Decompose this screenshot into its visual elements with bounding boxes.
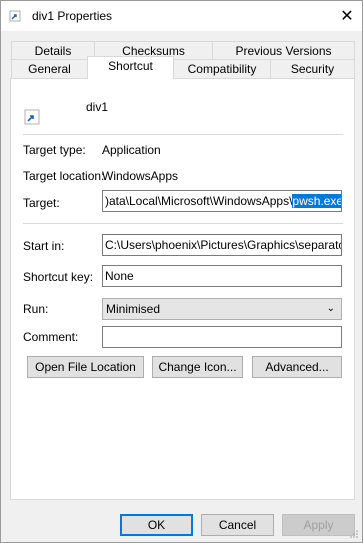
run-select[interactable]: Minimised ⌄ — [102, 298, 342, 320]
title-bar[interactable]: div1 Properties ✕ — [1, 1, 362, 31]
target-type-label: Target type: — [23, 143, 86, 157]
shortcut-key-label: Shortcut key: — [23, 270, 94, 284]
divider — [23, 223, 343, 224]
shortcut-file-icon — [24, 109, 40, 125]
apply-button[interactable]: Apply — [282, 514, 355, 536]
shortcut-name: div1 — [86, 100, 109, 114]
run-label: Run: — [23, 302, 49, 316]
tab-compatibility[interactable]: Compatibility — [173, 59, 271, 78]
tab-security[interactable]: Security — [270, 59, 355, 78]
shortcut-key-input[interactable]: None — [102, 265, 342, 287]
ok-button[interactable]: OK — [120, 514, 193, 536]
shortcut-panel: div1 Target type: Application Target loc… — [10, 78, 355, 500]
chevron-down-icon: ⌄ — [326, 303, 335, 314]
divider — [23, 134, 343, 135]
target-location-label: Target location: — [23, 169, 105, 183]
target-input[interactable]: )ata\Local\Microsoft\WindowsApps\pwsh.ex… — [102, 190, 342, 212]
close-button[interactable]: ✕ — [332, 1, 362, 31]
target-location-value: WindowsApps — [102, 169, 179, 183]
window-title: div1 Properties — [32, 9, 113, 23]
cancel-button[interactable]: Cancel — [201, 514, 274, 536]
close-icon: ✕ — [340, 8, 354, 25]
target-selected-text: pwsh.exe -l — [292, 194, 341, 208]
target-text: )ata\Local\Microsoft\WindowsApps\ — [105, 194, 293, 208]
comment-label: Comment: — [23, 330, 79, 344]
tab-details[interactable]: Details — [11, 41, 95, 60]
tab-previous-versions[interactable]: Previous Versions — [212, 41, 355, 60]
tab-shortcut[interactable]: Shortcut — [87, 56, 174, 79]
shortcut-app-icon — [9, 10, 21, 22]
properties-dialog: div1 Properties ✕ Details Checksums Prev… — [0, 0, 363, 543]
change-icon-button[interactable]: Change Icon... — [152, 356, 243, 378]
comment-input[interactable] — [102, 326, 342, 348]
target-label: Target: — [23, 196, 60, 210]
start-in-label: Start in: — [23, 239, 65, 253]
open-file-location-button[interactable]: Open File Location — [27, 356, 144, 378]
tab-general[interactable]: General — [11, 59, 88, 78]
start-in-input[interactable]: C:\Users\phoenix\Pictures\Graphics\separ… — [102, 234, 342, 256]
resize-grip-icon[interactable] — [349, 529, 359, 539]
advanced-button[interactable]: Advanced... — [252, 356, 342, 378]
target-type-value: Application — [102, 143, 161, 157]
